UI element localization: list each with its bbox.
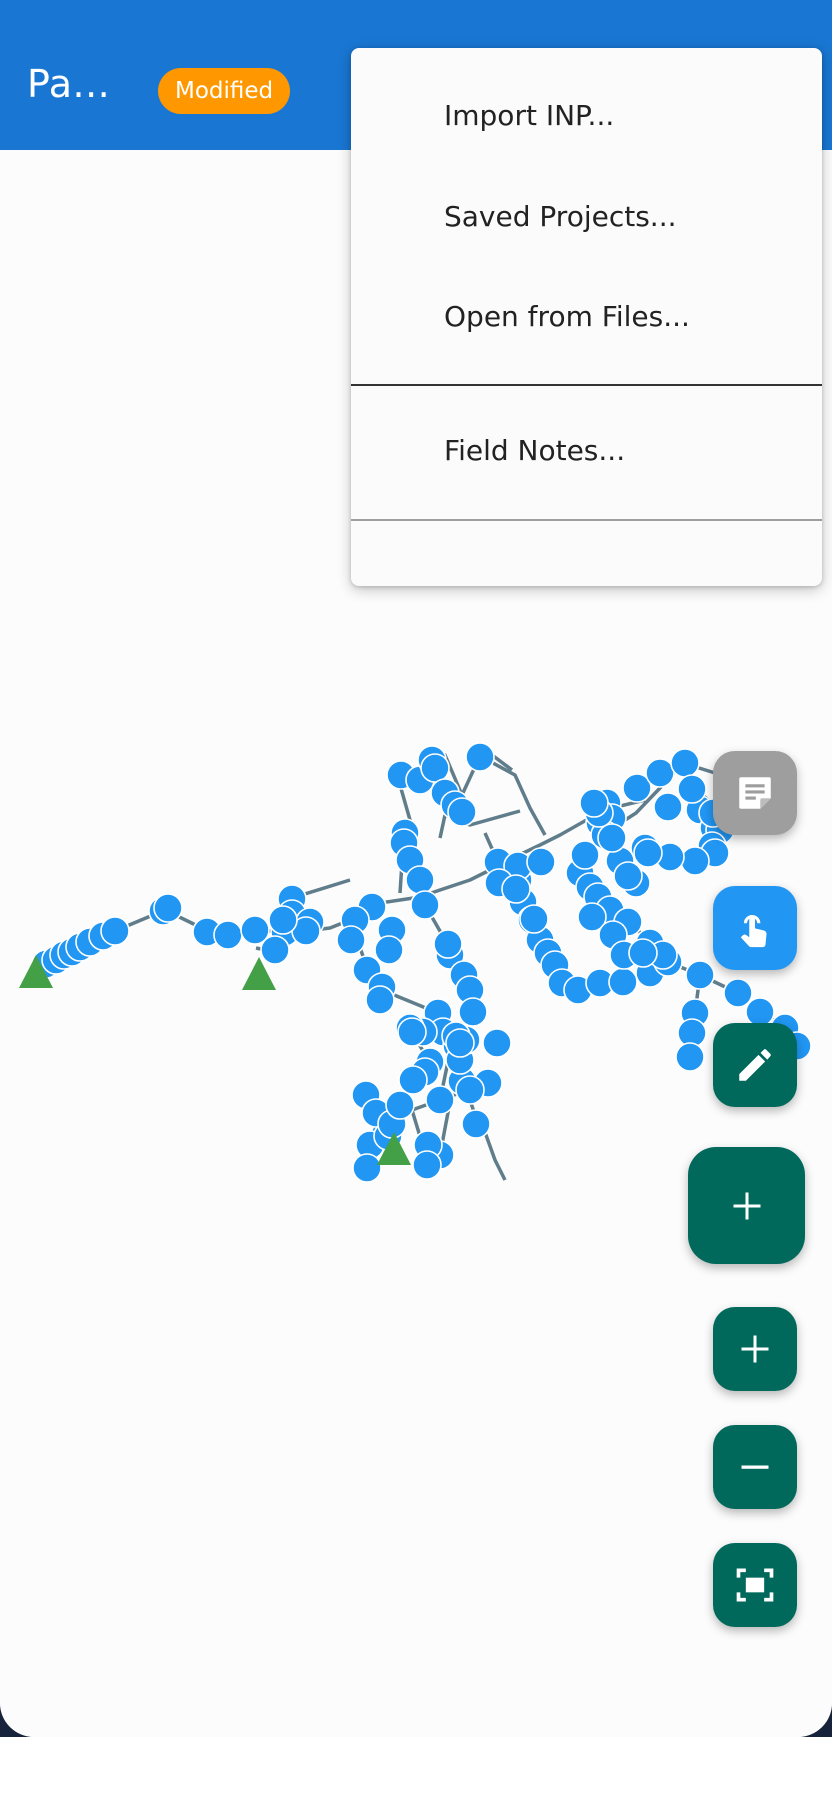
select-mode-button[interactable]	[713, 886, 797, 970]
notes-icon	[739, 777, 771, 809]
junction-node[interactable]	[374, 935, 404, 965]
edit-icon	[739, 1049, 771, 1081]
junction-node[interactable]	[670, 748, 700, 778]
junction-node[interactable]	[153, 893, 183, 923]
junction-node[interactable]	[433, 929, 463, 959]
junction-node[interactable]	[685, 960, 715, 990]
notes-button[interactable]	[713, 751, 797, 835]
junction-node[interactable]	[268, 905, 298, 935]
junction-node[interactable]	[412, 1150, 442, 1180]
menu-item-field-notes[interactable]: Field Notes...	[351, 406, 822, 496]
junction-node[interactable]	[653, 792, 683, 822]
junction-node[interactable]	[365, 985, 395, 1015]
junction-node[interactable]	[723, 978, 753, 1008]
zoom-in-icon	[741, 1335, 769, 1363]
zoom-in-button[interactable]	[713, 1307, 797, 1391]
menu-item-import-inp[interactable]: Import INP...	[351, 71, 822, 161]
zoom-out-icon	[741, 1465, 769, 1469]
modified-badge: Modified	[158, 68, 291, 114]
junction-node[interactable]	[405, 865, 435, 895]
junction-node[interactable]	[458, 997, 488, 1027]
junction-node[interactable]	[675, 1042, 705, 1072]
junction-node[interactable]	[410, 890, 440, 920]
junction-node[interactable]	[100, 916, 130, 946]
junction-node[interactable]	[260, 935, 290, 965]
junction-node[interactable]	[420, 753, 450, 783]
junction-node[interactable]	[482, 1028, 512, 1058]
add-element-button[interactable]	[688, 1147, 805, 1264]
junction-node[interactable]	[613, 861, 643, 891]
junction-node[interactable]	[352, 1153, 382, 1183]
fit-screen-icon	[736, 1568, 774, 1602]
app-screen: Pa... Modified Import INP... Saved Proje…	[0, 0, 832, 1737]
junction-node[interactable]	[425, 1085, 455, 1115]
junction-node[interactable]	[645, 758, 675, 788]
junction-node[interactable]	[447, 797, 477, 827]
junction-node[interactable]	[597, 823, 627, 853]
junction-node[interactable]	[385, 1090, 415, 1120]
zoom-out-button[interactable]	[713, 1425, 797, 1509]
pipe[interactable]	[438, 814, 447, 839]
overflow-menu: Import INP... Saved Projects... Open fro…	[351, 48, 822, 586]
junction-node[interactable]	[465, 742, 495, 772]
menu-divider	[351, 519, 822, 521]
junction-node[interactable]	[680, 846, 710, 876]
junction-node[interactable]	[461, 1109, 491, 1139]
junction-node[interactable]	[633, 838, 663, 868]
junction-node[interactable]	[628, 938, 658, 968]
project-title[interactable]: Pa...	[27, 62, 110, 106]
junction-node[interactable]	[445, 1028, 475, 1058]
junction-node[interactable]	[519, 904, 549, 934]
menu-item-open-from-files[interactable]: Open from Files...	[351, 272, 822, 362]
junction-node[interactable]	[455, 1075, 485, 1105]
junction-node[interactable]	[397, 1017, 427, 1047]
junction-node[interactable]	[745, 997, 775, 1027]
fit-screen-button[interactable]	[713, 1543, 797, 1627]
junction-node[interactable]	[213, 920, 243, 950]
touch-icon	[740, 914, 767, 948]
add-icon	[733, 1192, 760, 1219]
junction-node[interactable]	[336, 925, 366, 955]
menu-item-saved-projects[interactable]: Saved Projects...	[351, 172, 822, 262]
junction-node[interactable]	[526, 847, 556, 877]
menu-divider	[351, 384, 822, 386]
junction-node[interactable]	[677, 774, 707, 804]
junction-node[interactable]	[398, 1065, 428, 1095]
junction-node[interactable]	[501, 874, 531, 904]
junction-node[interactable]	[608, 967, 638, 997]
edit-button[interactable]	[713, 1023, 797, 1107]
junction-node[interactable]	[579, 788, 609, 818]
